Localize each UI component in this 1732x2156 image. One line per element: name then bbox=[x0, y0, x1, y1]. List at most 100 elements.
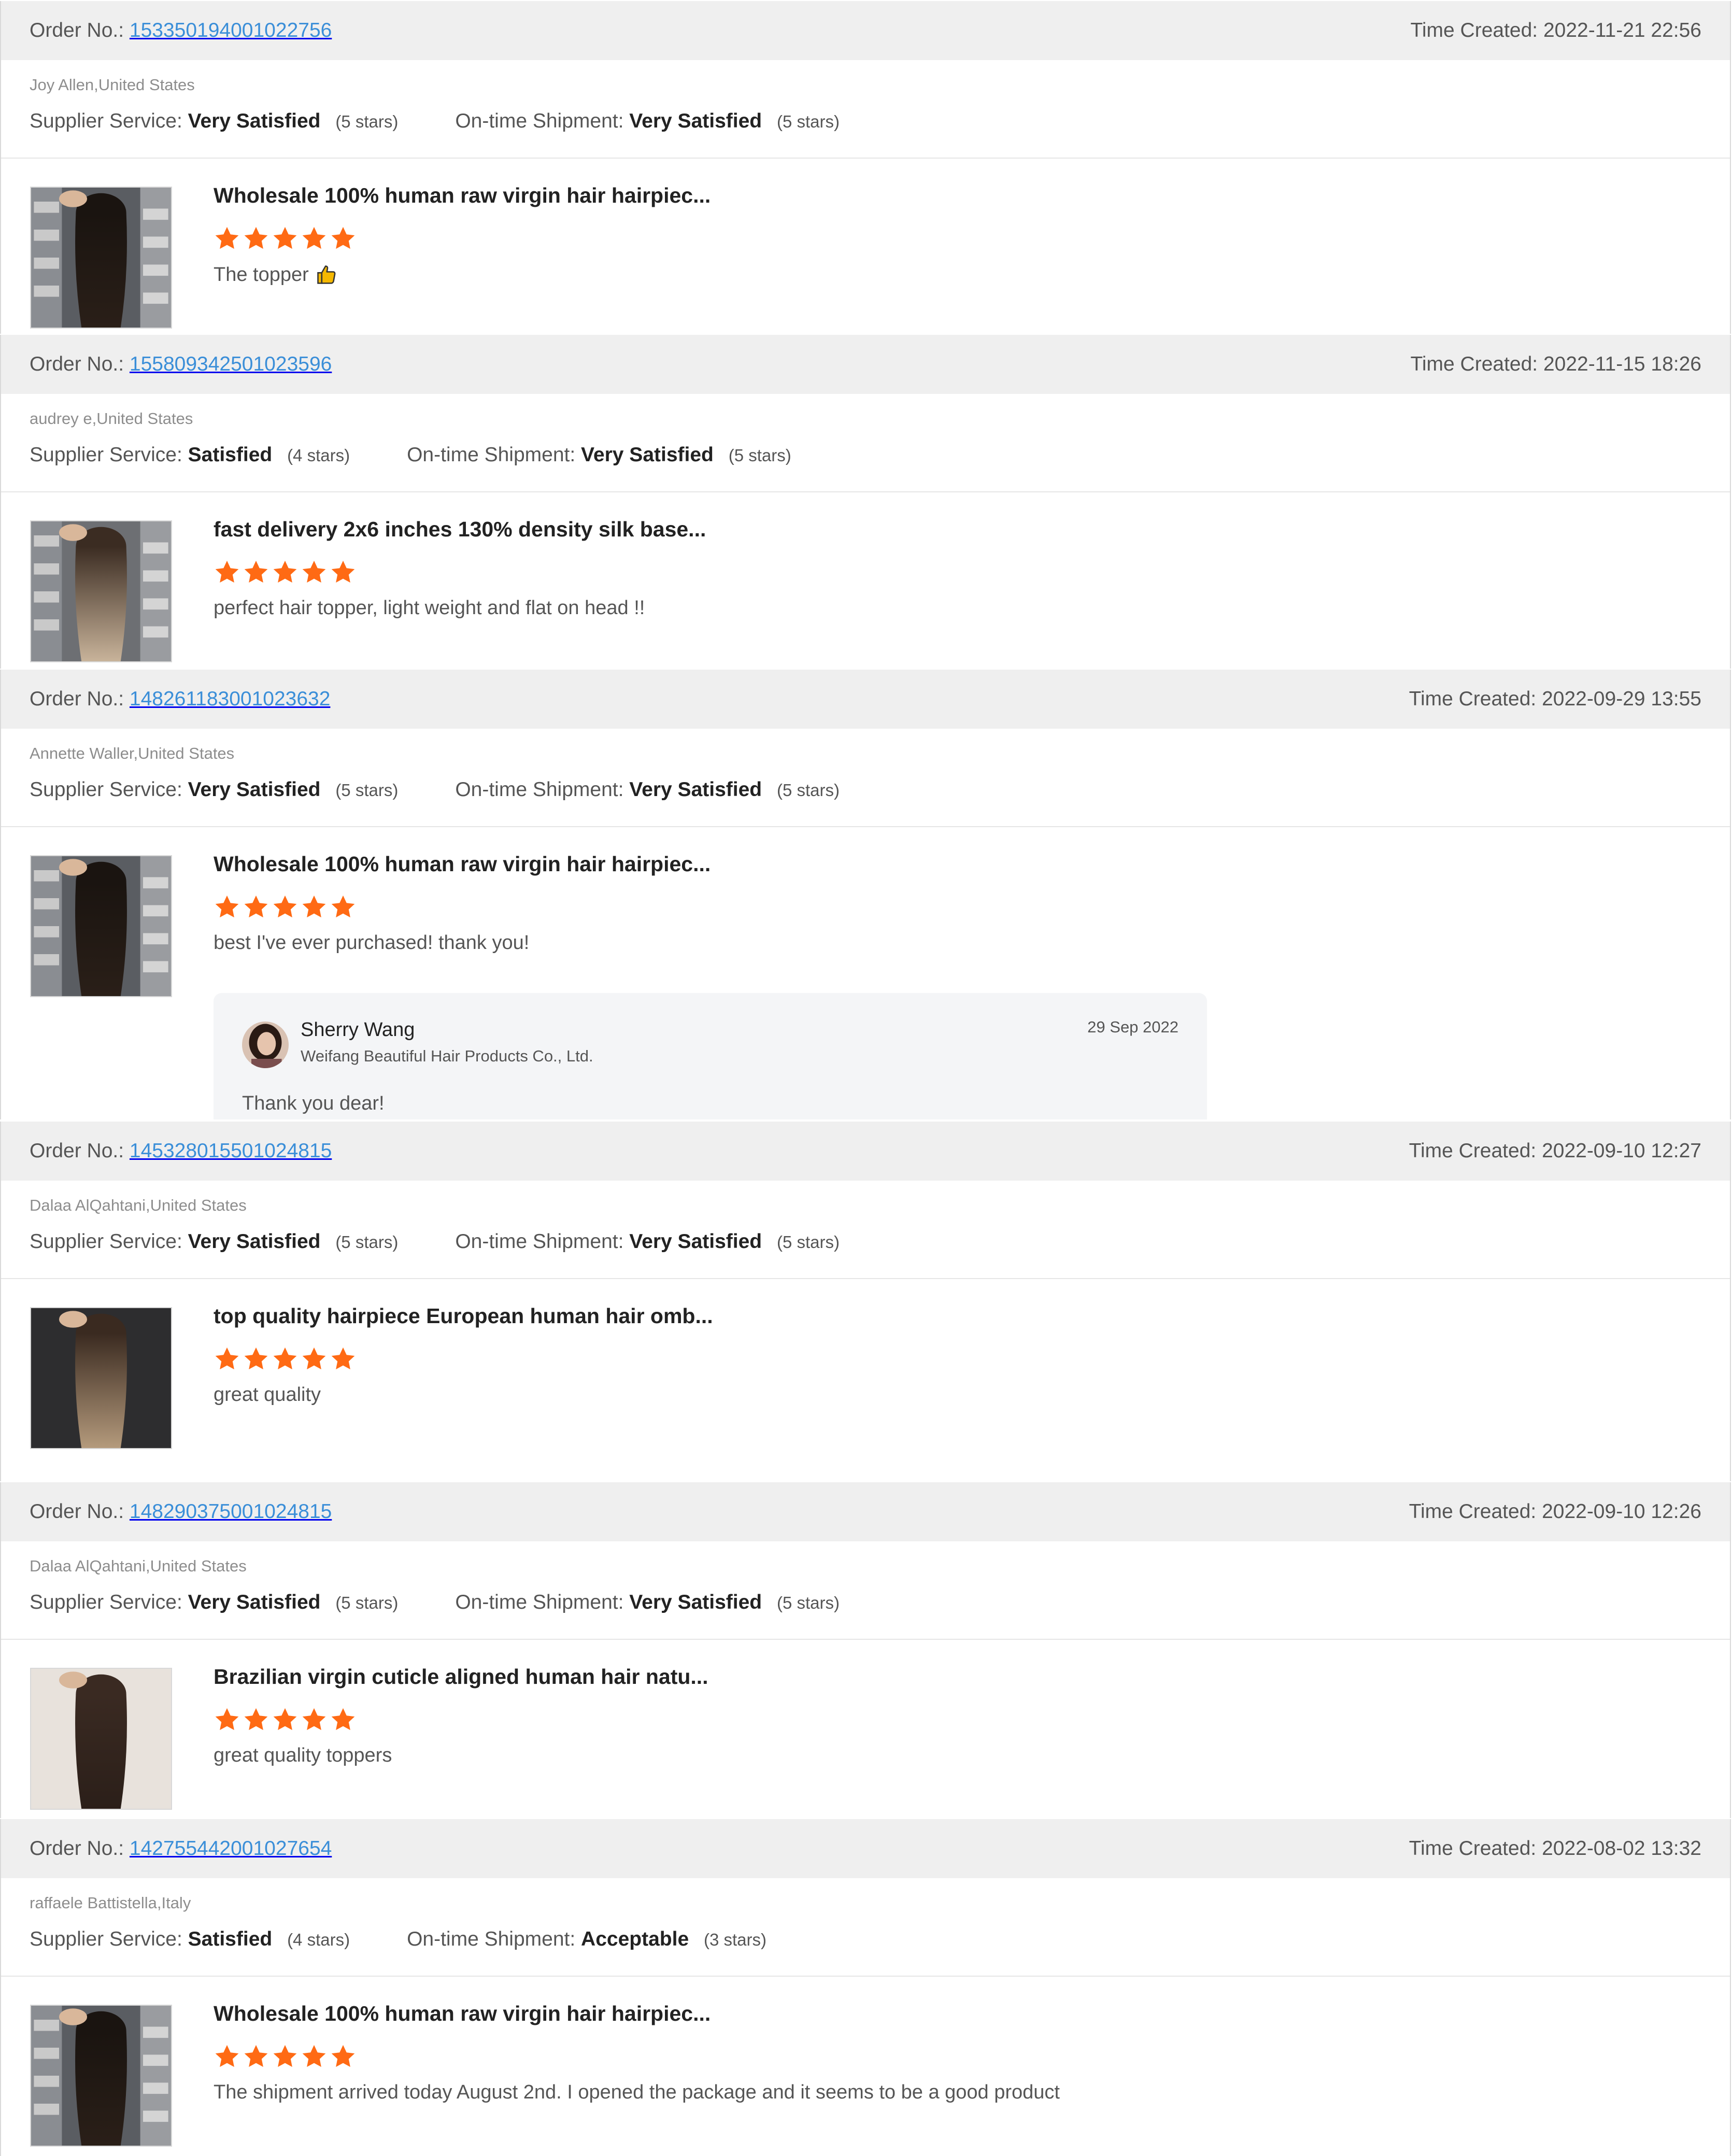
order-number-link[interactable]: 148290375001024815 bbox=[130, 1500, 332, 1523]
supplier-service-label: Supplier Service: bbox=[30, 1928, 182, 1950]
star-rating bbox=[214, 559, 1709, 587]
star-icon bbox=[273, 2045, 297, 2067]
rating-summary: Supplier Service: Satisfied (4 stars) On… bbox=[30, 1928, 1701, 1951]
supplier-service-value: Very Satisfied bbox=[188, 1591, 321, 1613]
order-header: Order No.: 155809342501023596 Time Creat… bbox=[1, 335, 1730, 394]
star-icon bbox=[215, 1708, 239, 1731]
order-number: Order No.: 142755442001027654 bbox=[30, 1837, 332, 1860]
review-card: Order No.: 148290375001024815 Time Creat… bbox=[0, 1482, 1731, 1818]
comment-text: The topper bbox=[214, 263, 309, 286]
product-title[interactable]: Wholesale 100% human raw virgin hair hai… bbox=[214, 183, 1709, 215]
time-created-label: Time Created: bbox=[1409, 1837, 1537, 1860]
star-icon bbox=[302, 226, 326, 249]
rating-summary: Supplier Service: Very Satisfied (5 star… bbox=[30, 110, 1701, 133]
shipment-stars-count: (5 stars) bbox=[728, 446, 791, 465]
time-created: Time Created: 2022-09-29 13:55 bbox=[1409, 688, 1701, 711]
ontime-shipment-value: Very Satisfied bbox=[629, 1230, 762, 1253]
order-no-label: Order No.: bbox=[30, 1500, 124, 1523]
buyer-name: audrey e,United States bbox=[30, 409, 193, 428]
ontime-shipment-rating: On-time Shipment: Very Satisfied (5 star… bbox=[455, 1230, 840, 1253]
product-title[interactable]: Wholesale 100% human raw virgin hair hai… bbox=[214, 2002, 1709, 2033]
order-number-link[interactable]: 153350194001022756 bbox=[130, 19, 332, 41]
order-no-label: Order No.: bbox=[30, 1837, 124, 1860]
star-rating bbox=[214, 1345, 1709, 1373]
product-image bbox=[31, 521, 171, 661]
review-comment: great quality bbox=[214, 1384, 1709, 1406]
rating-summary: Supplier Service: Very Satisfied (5 star… bbox=[30, 778, 1701, 801]
order-no-label: Order No.: bbox=[30, 688, 124, 710]
supplier-stars-count: (5 stars) bbox=[335, 1232, 399, 1252]
order-number: Order No.: 148261183001023632 bbox=[30, 688, 330, 711]
order-header: Order No.: 148290375001024815 Time Creat… bbox=[1, 1482, 1730, 1541]
star-icon bbox=[331, 895, 355, 918]
time-created-label: Time Created: bbox=[1410, 19, 1538, 41]
review-meta: raffaele Battistella,Italy Supplier Serv… bbox=[1, 1878, 1730, 1977]
time-created: Time Created: 2022-09-10 12:26 bbox=[1409, 1500, 1701, 1523]
supplier-service-value: Very Satisfied bbox=[188, 778, 321, 801]
star-icon bbox=[302, 2045, 326, 2067]
review-card: Order No.: 153350194001022756 Time Creat… bbox=[0, 1, 1731, 334]
ontime-shipment-rating: On-time Shipment: Very Satisfied (5 star… bbox=[407, 444, 791, 466]
ontime-shipment-label: On-time Shipment: bbox=[407, 444, 576, 466]
order-no-label: Order No.: bbox=[30, 353, 124, 375]
time-created: Time Created: 2022-11-15 18:26 bbox=[1410, 353, 1701, 376]
product-thumbnail[interactable] bbox=[30, 2005, 172, 2147]
rating-summary: Supplier Service: Very Satisfied (5 star… bbox=[30, 1591, 1701, 1614]
product-title[interactable]: top quality hairpiece European human hai… bbox=[214, 1304, 1709, 1335]
review-body: Brazilian virgin cuticle aligned human h… bbox=[1, 1640, 1730, 1810]
supplier-service-rating: Supplier Service: Very Satisfied (5 star… bbox=[30, 1591, 398, 1614]
review-meta: audrey e,United States Supplier Service:… bbox=[1, 394, 1730, 492]
star-icon bbox=[244, 1347, 268, 1370]
star-icon bbox=[244, 1708, 268, 1731]
time-created-value: 2022-09-10 12:26 bbox=[1542, 1500, 1701, 1523]
review-body: top quality hairpiece European human hai… bbox=[1, 1279, 1730, 1449]
review-content: Wholesale 100% human raw virgin hair hai… bbox=[214, 2002, 1709, 2104]
order-number-link[interactable]: 145328015501024815 bbox=[130, 1140, 332, 1162]
order-number-link[interactable]: 142755442001027654 bbox=[130, 1837, 332, 1860]
buyer-name: Joy Allen,United States bbox=[30, 76, 195, 94]
product-title[interactable]: Brazilian virgin cuticle aligned human h… bbox=[214, 1665, 1709, 1696]
review-body: Wholesale 100% human raw virgin hair hai… bbox=[1, 159, 1730, 329]
product-title[interactable]: Wholesale 100% human raw virgin hair hai… bbox=[214, 852, 1709, 883]
product-thumbnail[interactable] bbox=[30, 1307, 172, 1449]
product-thumbnail[interactable] bbox=[30, 855, 172, 997]
product-thumbnail[interactable] bbox=[30, 520, 172, 662]
star-icon bbox=[273, 226, 297, 249]
supplier-service-label: Supplier Service: bbox=[30, 1230, 182, 1253]
thumbs-up-icon bbox=[317, 265, 336, 284]
supplier-service-value: Satisfied bbox=[188, 1928, 273, 1950]
star-icon bbox=[273, 560, 297, 583]
supplier-service-value: Very Satisfied bbox=[188, 1230, 321, 1253]
shipment-stars-count: (5 stars) bbox=[776, 112, 840, 131]
buyer-name: Annette Waller,United States bbox=[30, 744, 235, 762]
supplier-reply: Sherry Wang Weifang Beautiful Hair Produ… bbox=[214, 993, 1207, 1119]
supplier-service-rating: Supplier Service: Very Satisfied (5 star… bbox=[30, 778, 398, 801]
order-number-link[interactable]: 148261183001023632 bbox=[130, 688, 331, 710]
star-icon bbox=[215, 1347, 239, 1370]
comment-text: great quality toppers bbox=[214, 1744, 392, 1766]
rating-summary: Supplier Service: Satisfied (4 stars) On… bbox=[30, 444, 1701, 466]
time-created: Time Created: 2022-09-10 12:27 bbox=[1409, 1140, 1701, 1162]
order-number-link[interactable]: 155809342501023596 bbox=[130, 353, 332, 375]
star-icon bbox=[302, 895, 326, 918]
time-created-value: 2022-11-21 22:56 bbox=[1543, 19, 1701, 41]
order-no-label: Order No.: bbox=[30, 19, 124, 41]
star-icon bbox=[302, 1347, 326, 1370]
product-thumbnail[interactable] bbox=[30, 1668, 172, 1810]
review-content: Wholesale 100% human raw virgin hair hai… bbox=[214, 183, 1709, 286]
buyer-name: Dalaa AlQahtani,United States bbox=[30, 1196, 247, 1214]
review-comment: The shipment arrived today August 2nd. I… bbox=[214, 2081, 1709, 2104]
star-icon bbox=[215, 560, 239, 583]
shipment-stars-count: (5 stars) bbox=[776, 1232, 840, 1252]
review-content: fast delivery 2x6 inches 130% density si… bbox=[214, 517, 1709, 619]
buyer-name: Dalaa AlQahtani,United States bbox=[30, 1557, 247, 1575]
star-icon bbox=[244, 226, 268, 249]
ontime-shipment-rating: On-time Shipment: Very Satisfied (5 star… bbox=[455, 110, 840, 133]
comment-text: best I've ever purchased! thank you! bbox=[214, 932, 530, 954]
product-title[interactable]: fast delivery 2x6 inches 130% density si… bbox=[214, 517, 1709, 548]
product-thumbnail[interactable] bbox=[30, 187, 172, 329]
time-created-label: Time Created: bbox=[1409, 1140, 1537, 1162]
reply-company: Weifang Beautiful Hair Products Co., Ltd… bbox=[301, 1047, 593, 1065]
star-icon bbox=[215, 895, 239, 918]
review-body: Wholesale 100% human raw virgin hair hai… bbox=[1, 827, 1730, 1119]
